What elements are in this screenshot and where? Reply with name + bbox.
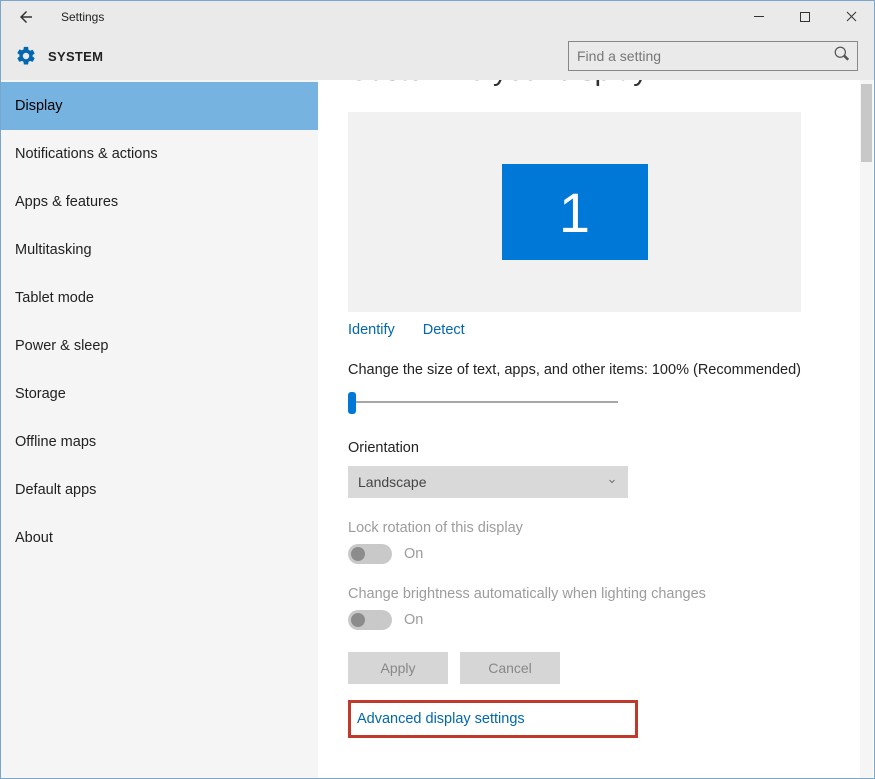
scrollbar[interactable] (860, 80, 873, 778)
minimize-button[interactable] (736, 1, 782, 32)
sidebar-item-notifications[interactable]: Notifications & actions (1, 130, 318, 178)
sidebar-item-label: Display (15, 98, 63, 114)
brightness-toggle[interactable] (348, 610, 392, 630)
window-title: Settings (61, 10, 104, 24)
advanced-display-settings-link[interactable]: Advanced display settings (357, 711, 525, 727)
settings-window: Settings SYSTEM (0, 0, 875, 779)
window-controls (736, 1, 874, 32)
lock-rotation-toggle-row: On (348, 544, 844, 564)
sidebar-item-power-sleep[interactable]: Power & sleep (1, 322, 318, 370)
search-input[interactable] (577, 48, 827, 64)
cancel-button[interactable]: Cancel (460, 652, 560, 684)
header-row: SYSTEM (1, 32, 874, 80)
sidebar-item-multitasking[interactable]: Multitasking (1, 226, 318, 274)
monitor-number: 1 (559, 180, 590, 245)
apply-cancel-row: Apply Cancel (348, 652, 844, 684)
brightness-state: On (404, 612, 423, 628)
sidebar-item-label: Apps & features (15, 194, 118, 210)
page-title: SYSTEM (48, 49, 103, 64)
apply-button[interactable]: Apply (348, 652, 448, 684)
maximize-button[interactable] (782, 1, 828, 32)
sidebar-item-label: Tablet mode (15, 290, 94, 306)
sidebar-item-tablet-mode[interactable]: Tablet mode (1, 274, 318, 322)
detect-link[interactable]: Detect (423, 322, 465, 338)
identify-link[interactable]: Identify (348, 322, 395, 338)
slider-thumb[interactable] (348, 392, 356, 414)
orientation-select[interactable]: Landscape (348, 466, 628, 498)
sidebar-item-label: About (15, 530, 53, 546)
orientation-label: Orientation (348, 440, 844, 456)
sidebar-item-apps-features[interactable]: Apps & features (1, 178, 318, 226)
scaling-slider[interactable] (348, 388, 628, 416)
identify-detect-row: Identify Detect (348, 322, 844, 338)
search-box[interactable] (568, 41, 858, 71)
display-arrangement-box[interactable]: 1 (348, 112, 801, 312)
gear-icon (15, 45, 37, 67)
chevron-down-icon (606, 474, 618, 490)
brightness-label: Change brightness automatically when lig… (348, 586, 844, 602)
sidebar-item-label: Offline maps (15, 434, 96, 450)
sidebar-item-label: Storage (15, 386, 66, 402)
sidebar-item-label: Default apps (15, 482, 96, 498)
sidebar: Display Notifications & actions Apps & f… (1, 80, 318, 778)
close-button[interactable] (828, 1, 874, 32)
scaling-label: Change the size of text, apps, and other… (348, 362, 844, 378)
title-bar: Settings (1, 1, 874, 32)
sidebar-item-label: Multitasking (15, 242, 92, 258)
lock-rotation-toggle[interactable] (348, 544, 392, 564)
sidebar-item-default-apps[interactable]: Default apps (1, 466, 318, 514)
brightness-toggle-row: On (348, 610, 844, 630)
scrollbar-thumb[interactable] (861, 84, 872, 162)
orientation-value: Landscape (358, 474, 427, 490)
advanced-highlight-box: Advanced display settings (348, 700, 638, 738)
sidebar-item-offline-maps[interactable]: Offline maps (1, 418, 318, 466)
content: Customize your display 1 Identify Detect… (318, 80, 874, 768)
toggle-knob (351, 613, 365, 627)
sidebar-item-storage[interactable]: Storage (1, 370, 318, 418)
search-icon (834, 46, 849, 66)
sidebar-item-display[interactable]: Display (1, 82, 318, 130)
header-left: SYSTEM (15, 45, 103, 67)
lock-rotation-state: On (404, 546, 423, 562)
content-wrap: Customize your display 1 Identify Detect… (318, 80, 874, 778)
toggle-knob (351, 547, 365, 561)
back-button[interactable] (15, 6, 37, 28)
lock-rotation-label: Lock rotation of this display (348, 520, 844, 536)
sidebar-item-about[interactable]: About (1, 514, 318, 562)
monitor-tile-1[interactable]: 1 (502, 164, 648, 260)
sidebar-item-label: Notifications & actions (15, 146, 158, 162)
body: Display Notifications & actions Apps & f… (1, 80, 874, 778)
section-heading: Customize your display (348, 80, 844, 88)
sidebar-item-label: Power & sleep (15, 338, 109, 354)
slider-track (348, 401, 618, 403)
